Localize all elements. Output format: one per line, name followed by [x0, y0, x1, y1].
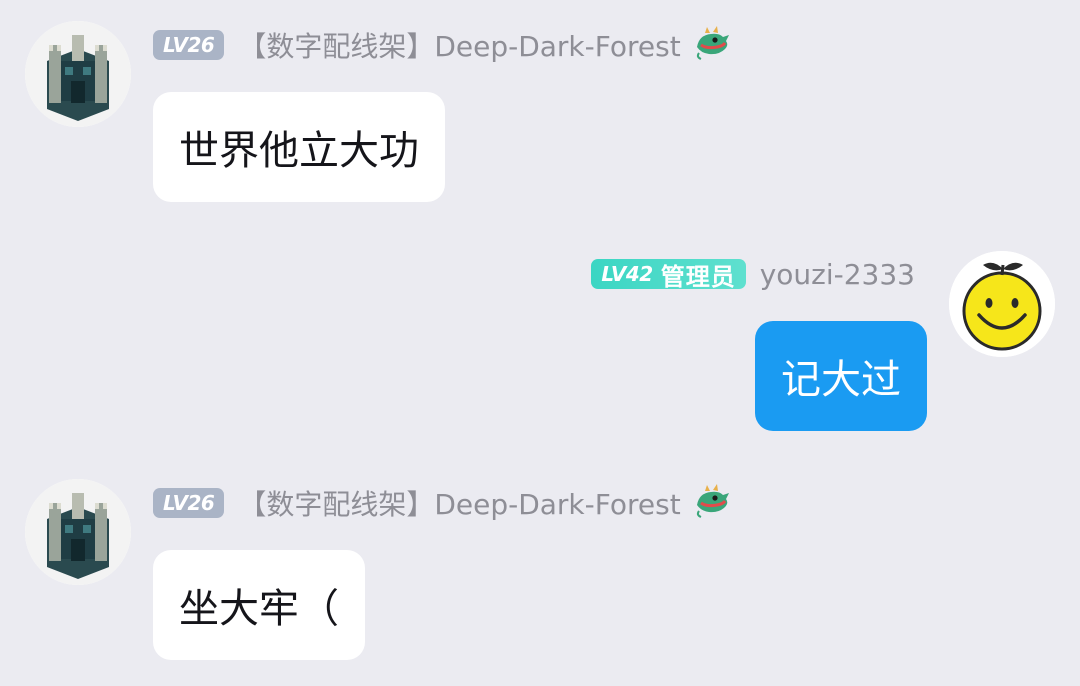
user-avatar[interactable] [25, 479, 131, 585]
level-badge: LV42 管理员 [591, 259, 746, 291]
chat-message: LV26 【数字配线架】Deep-Dark-Forest 坐大牢（ [0, 458, 1080, 686]
sender-name[interactable]: youzi-2333 [760, 258, 915, 291]
level-text: LV42 [601, 262, 653, 286]
role-label: 管理员 [660, 262, 736, 291]
message-bubble[interactable]: 记大过 [755, 321, 927, 431]
dragon-icon [693, 483, 731, 523]
sender-name[interactable]: 【数字配线架】Deep-Dark-Forest [238, 483, 680, 523]
smiley-fruit-icon [949, 251, 1055, 357]
message-header: LV26 【数字配线架】Deep-Dark-Forest [153, 25, 731, 65]
user-avatar[interactable] [949, 251, 1055, 357]
level-badge: LV26 [153, 488, 225, 518]
message-bubble[interactable]: 坐大牢（ [153, 550, 365, 660]
message-bubble[interactable]: 世界他立大功 [153, 92, 445, 202]
chat-message: LV26 【数字配线架】Deep-Dark-Forest 世界他立大功 [0, 0, 1080, 220]
user-avatar[interactable] [25, 21, 131, 127]
message-header: LV42 管理员 youzi-2333 [591, 254, 915, 294]
sender-name[interactable]: 【数字配线架】Deep-Dark-Forest [238, 25, 680, 65]
level-badge: LV26 [153, 30, 225, 60]
chat-message: LV42 管理员 youzi-2333 记大过 [0, 240, 1080, 440]
minecraft-castle-icon [25, 479, 131, 585]
message-header: LV26 【数字配线架】Deep-Dark-Forest [153, 483, 731, 523]
dragon-icon [693, 25, 731, 65]
minecraft-castle-icon [25, 21, 131, 127]
